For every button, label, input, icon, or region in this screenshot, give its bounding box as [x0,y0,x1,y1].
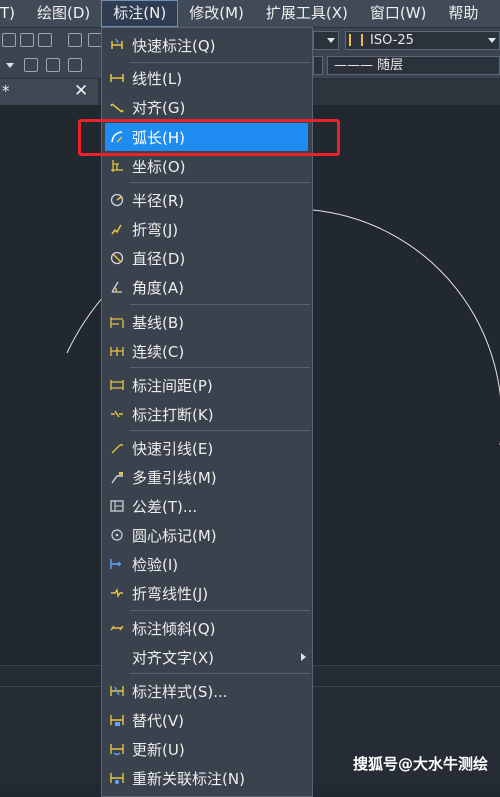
reassociate-icon [110,773,124,784]
dimension-space-icon [110,380,124,390]
menu-item-quick-dimension[interactable]: 快速标注(Q) [102,31,312,59]
chevron-down-icon [488,38,496,43]
highlight-annotation-box [78,119,340,156]
menu-window[interactable]: 窗口(W) [359,0,438,27]
watermark: 搜狐号@大水牛测绘 [353,755,489,773]
modified-indicator: * [2,82,10,100]
zoom-window-icon[interactable] [20,33,34,47]
dimension-style-combo[interactable]: ISO-25 [345,31,500,50]
close-icon[interactable]: ✕ [74,81,88,101]
menu-item-dimension-break[interactable]: 标注打断(K) [102,400,312,428]
drawing-tab[interactable]: * ✕ [0,79,98,105]
multileader-icon [111,472,123,484]
menu-item-dimension-style[interactable]: 标注样式(S)... [102,677,312,705]
design-center-icon[interactable] [88,33,102,47]
layer-state-icon[interactable] [24,58,38,72]
menu-separator [130,430,310,431]
menu-item-center-mark[interactable]: 圆心标记(M) [102,521,312,549]
menu-separator [130,62,310,63]
ordinate-icon [111,160,123,172]
menu-item-ordinate[interactable]: 坐标(O) [102,152,312,180]
menu-draw[interactable]: 绘图(D) [26,0,101,27]
menu-separator [130,367,310,368]
menu-item-multileader[interactable]: 多重引线(M) [102,463,312,491]
linear-dimension-icon [110,74,124,82]
diameter-icon [110,251,124,265]
jogged-linear-icon [111,588,123,598]
menu-help[interactable]: 帮助 [437,0,489,27]
menu-dimension[interactable]: 标注(N) [101,0,179,27]
menu-item-override[interactable]: 替代(V) [102,706,312,734]
quick-dimension-icon [111,38,123,49]
menu-item-quick-leader[interactable]: 快速引线(E) [102,434,312,462]
quick-leader-icon [111,444,123,454]
arc-segment-right [312,209,500,445]
menu-item-baseline[interactable]: 基线(B) [102,308,312,336]
menu-item-update[interactable]: 更新(U) [102,735,312,763]
menu-separator [130,304,310,305]
inspection-icon [110,559,121,569]
menu-bar: T) 绘图(D) 标注(N) 修改(M) 扩展工具(X) 窗口(W) 帮助 [0,0,500,28]
linetype-combo[interactable]: ——— 随层 [327,56,500,75]
menu-extension-tools[interactable]: 扩展工具(X) [255,0,359,27]
submenu-arrow-icon [301,653,306,661]
menu-separator [130,182,310,183]
menu-item-radius[interactable]: 半径(R) [102,186,312,214]
dimension-break-icon [111,410,123,418]
layer-match-icon[interactable] [68,58,82,72]
menu-item-inspection[interactable]: 检验(I) [102,550,312,578]
dimension-style-icon [349,34,363,46]
chevron-down-icon [327,38,335,43]
override-icon [110,715,124,726]
zoom-realtime-icon[interactable] [38,33,52,47]
menu-tools[interactable]: T) [0,0,26,27]
menu-item-angular[interactable]: 角度(A) [102,273,312,301]
dimension-style-value: ISO-25 [370,33,414,48]
baseline-icon [110,317,124,328]
properties-icon[interactable] [68,33,82,47]
color-combo-tail[interactable] [313,56,323,75]
menu-item-dimension-space[interactable]: 标注间距(P) [102,371,312,399]
text-style-combo-tail[interactable] [313,31,339,50]
aligned-dimension-icon [110,103,124,113]
menu-item-align-text[interactable]: 对齐文字(X) [102,643,312,671]
center-mark-icon [111,529,123,541]
layer-previous-icon[interactable] [46,58,60,72]
dimension-style-icon [110,686,124,696]
linetype-value: ——— 随层 [334,58,404,73]
menu-separator [130,673,310,674]
menu-item-jogged-linear[interactable]: 折弯线性(J) [102,579,312,607]
menu-item-tolerance[interactable]: 公差(T)... [102,492,312,520]
menu-item-aligned[interactable]: 对齐(G) [102,93,312,121]
menu-separator [130,610,310,611]
menu-item-oblique[interactable]: 标注倾斜(Q) [102,614,312,642]
menu-item-diameter[interactable]: 直径(D) [102,244,312,272]
zoom-icon[interactable] [2,33,16,47]
radius-icon [110,193,124,207]
oblique-icon [110,625,124,631]
angular-icon [111,281,122,293]
menu-item-jogged[interactable]: 折弯(J) [102,215,312,243]
update-icon [110,744,124,756]
continue-icon [110,347,124,356]
chevron-down-icon[interactable] [6,63,14,68]
jogged-icon [111,224,122,235]
menu-item-continue[interactable]: 连续(C) [102,337,312,365]
tolerance-icon [110,500,124,512]
menu-item-reassociate[interactable]: 重新关联标注(N) [102,764,312,792]
menu-item-linear[interactable]: 线性(L) [102,64,312,92]
menu-modify[interactable]: 修改(M) [178,0,255,27]
